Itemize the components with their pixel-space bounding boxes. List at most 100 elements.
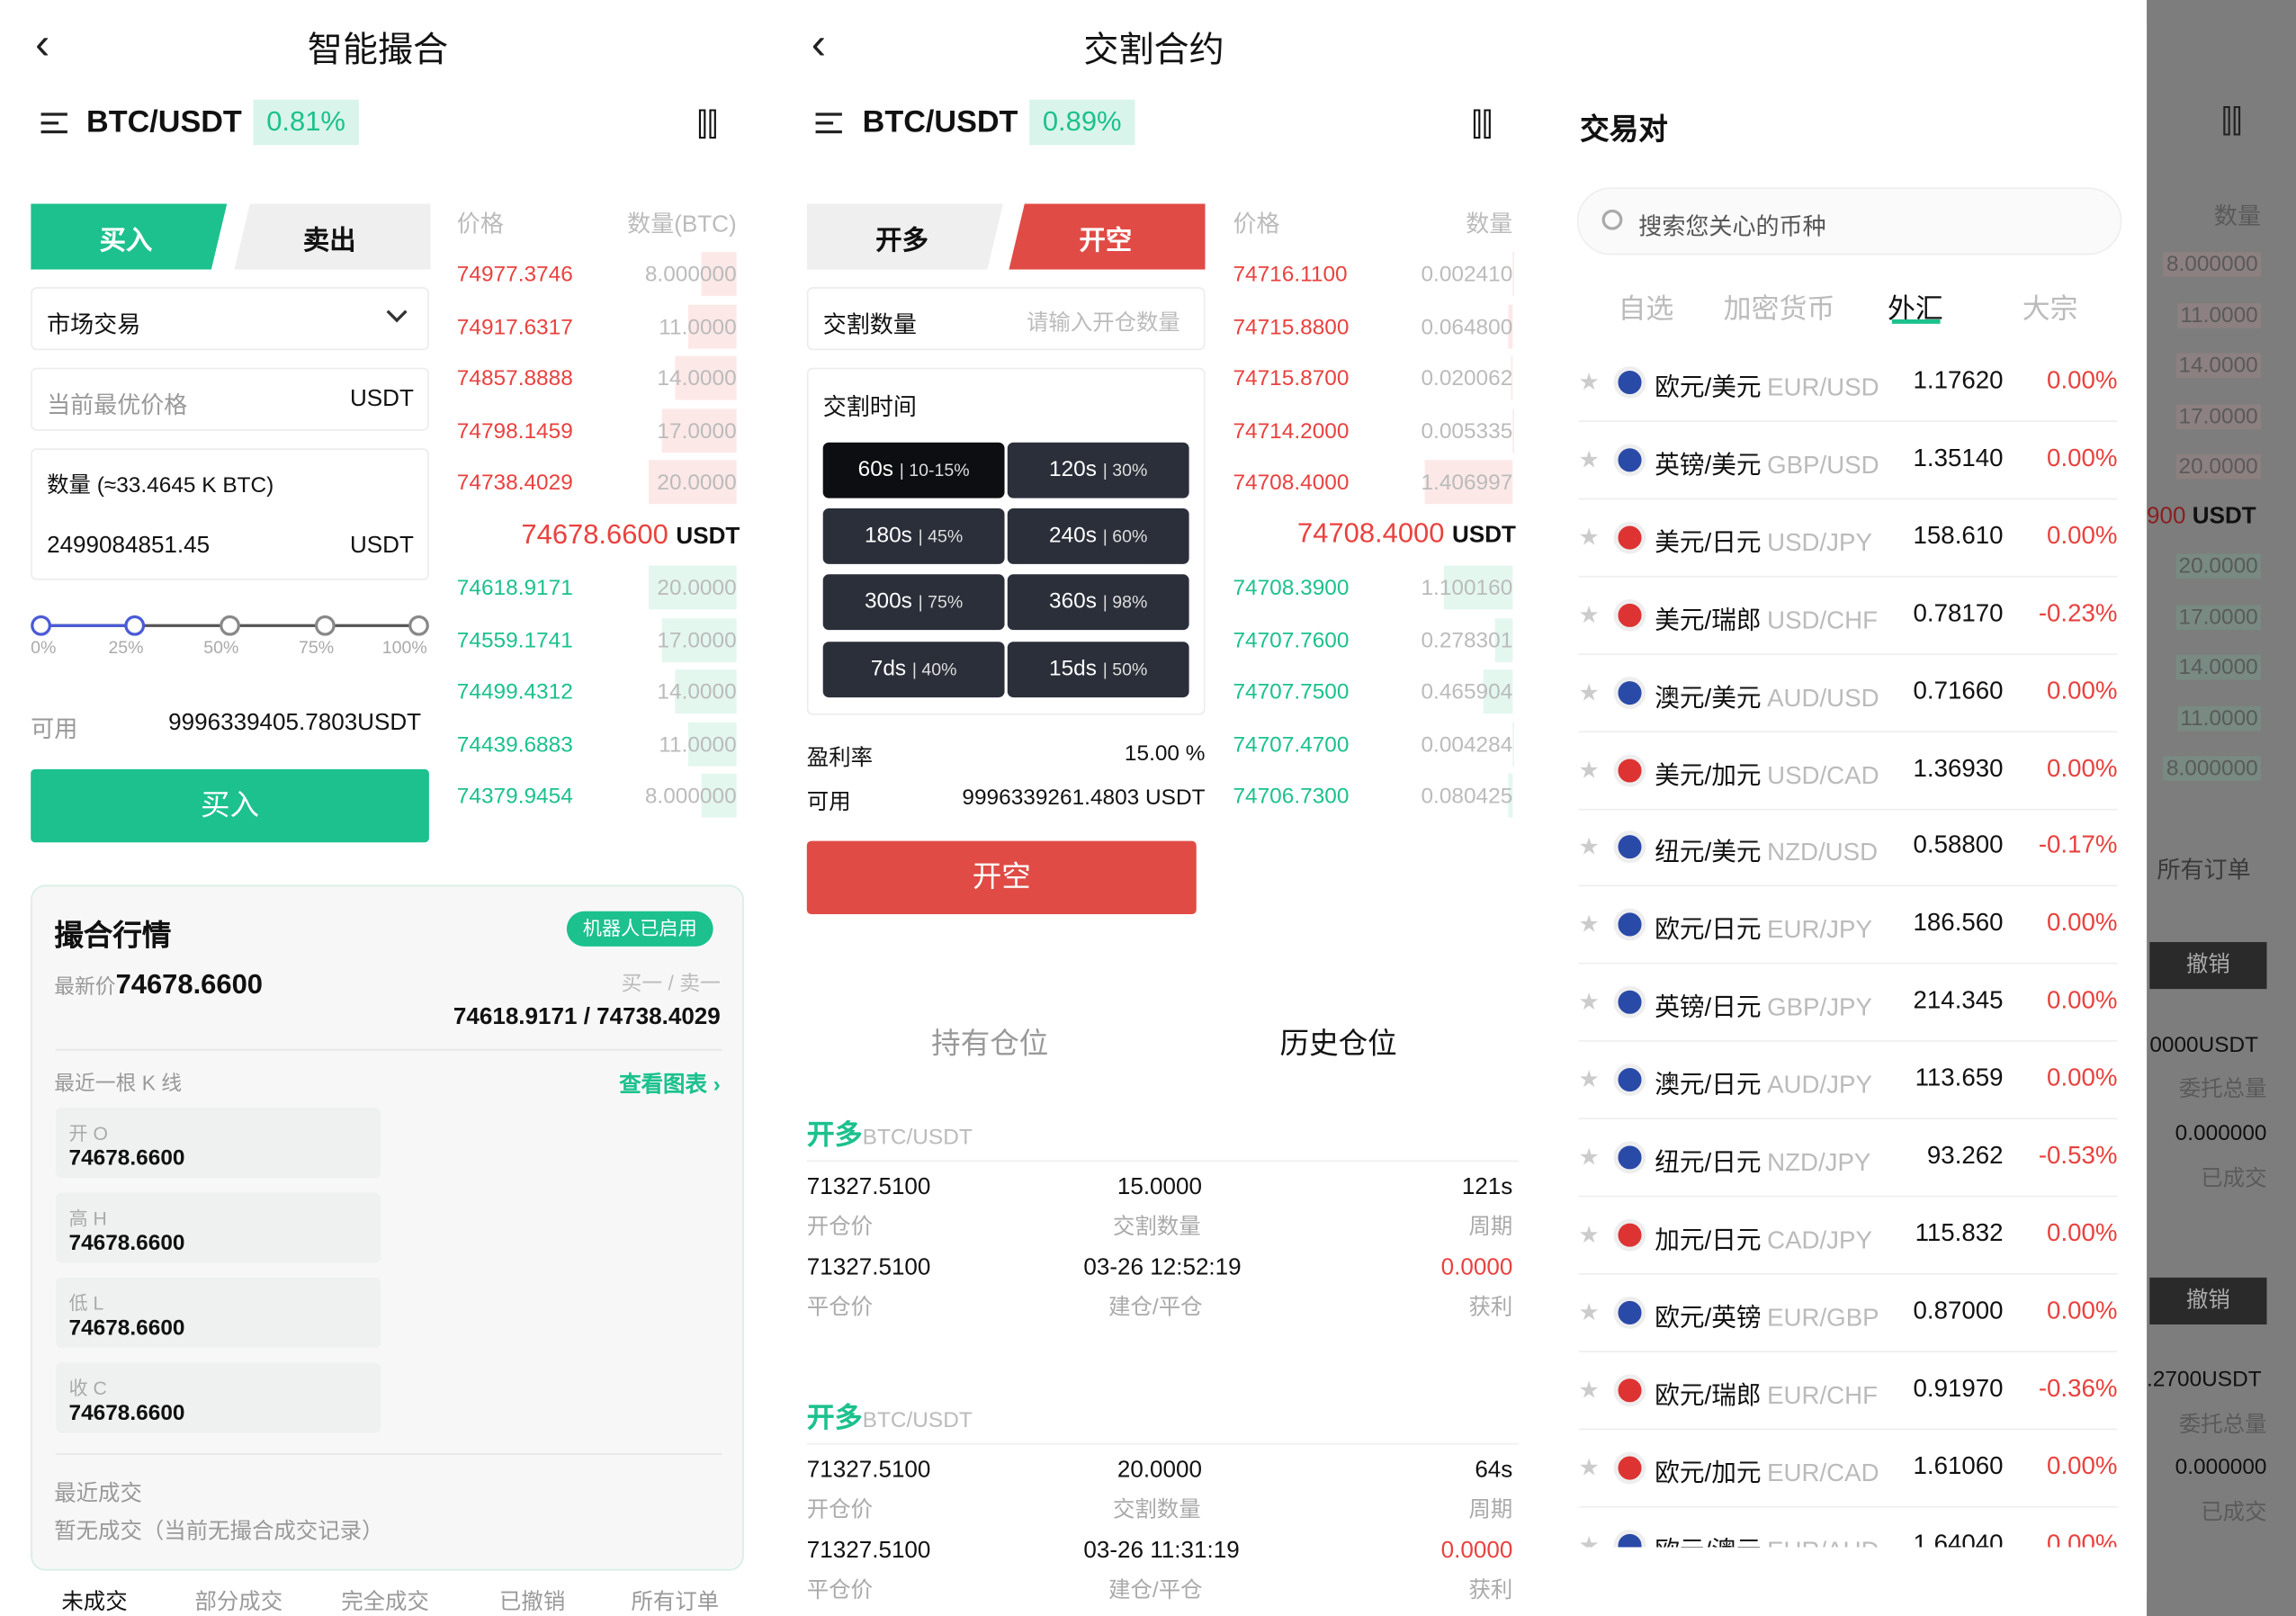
- pair-price: 0.71660: [1913, 676, 2004, 705]
- star-icon[interactable]: ★: [1579, 755, 1600, 785]
- pair-name: 欧元/加元 EUR/CAD: [1655, 1459, 1879, 1487]
- pair-name: 美元/瑞郎 USD/CHF: [1655, 606, 1879, 634]
- flag-icon: [1613, 1373, 1646, 1406]
- pair-row[interactable]: ★ 欧元/瑞郎 EUR/CHF 0.91970 -0.36%: [1578, 1351, 2118, 1430]
- star-icon[interactable]: ★: [1579, 1143, 1600, 1172]
- pair-name: 欧元/日元 EUR/JPY: [1655, 916, 1872, 945]
- flag-icon: [1613, 1064, 1646, 1097]
- pair-row[interactable]: ★ 加元/日元 CAD/JPY 115.832 0.00%: [1578, 1197, 2118, 1275]
- pair-name: 欧元/瑞郎 EUR/CHF: [1655, 1380, 1879, 1409]
- flag-icon: [1613, 521, 1646, 554]
- star-icon[interactable]: ★: [1579, 911, 1600, 940]
- pair-price: 1.35140: [1913, 444, 2004, 472]
- pair-name: 欧元/英镑 EUR/GBP: [1655, 1303, 1879, 1332]
- pair-name: 纽元/日元 NZD/JPY: [1655, 1148, 1871, 1177]
- pair-row[interactable]: ★ 澳元/日元 AUD/JPY 113.659 0.00%: [1578, 1042, 2118, 1120]
- pair-name: 加元/日元 CAD/JPY: [1655, 1225, 1872, 1254]
- pair-name: 欧元/澳元EUR/AUD: [1655, 1529, 1879, 1547]
- star-icon[interactable]: ★: [1579, 1453, 1600, 1483]
- pair-change: -0.23%: [2038, 598, 2118, 627]
- pair-list: ★ 欧元/美元 EUR/USD 1.17620 0.00% ★ 英镑/美元 GBP/U…: [0, 0, 2296, 1548]
- order-tab-open[interactable]: 未成交: [61, 1585, 127, 1616]
- star-icon[interactable]: ★: [1579, 445, 1600, 475]
- close-price-label: 平仓价: [806, 1577, 874, 1603]
- pair-name: 美元/日元 USD/JPY: [1655, 528, 1872, 557]
- pair-row[interactable]: ★ 欧元/美元 EUR/USD 1.17620 0.00%: [1578, 345, 2118, 422]
- pair-change: 0.00%: [2047, 1296, 2118, 1324]
- flag-icon: [1613, 1529, 1646, 1548]
- pair-row[interactable]: ★ 欧元/英镑 EUR/GBP 0.87000 0.00%: [1578, 1274, 2118, 1352]
- star-icon[interactable]: ★: [1579, 368, 1600, 398]
- flag-icon: [1613, 753, 1646, 786]
- pair-change: 0.00%: [2047, 676, 2118, 705]
- pair-price: 214.345: [1913, 986, 2004, 1015]
- flag-icon: [1613, 676, 1646, 709]
- star-icon[interactable]: ★: [1579, 523, 1600, 552]
- star-icon[interactable]: ★: [1579, 833, 1600, 863]
- pair-price: 0.91970: [1913, 1373, 2004, 1402]
- pair-change: 0.00%: [2047, 753, 2118, 782]
- pair-row[interactable]: ★ 纽元/美元 NZD/USD 0.58800 -0.17%: [1578, 809, 2118, 887]
- pair-change: 0.00%: [2047, 1450, 2118, 1479]
- star-icon[interactable]: ★: [1579, 600, 1600, 630]
- pair-row[interactable]: ★ 英镑/日元 GBP/JPY 214.345 0.00%: [1578, 965, 2118, 1043]
- pair-price: 1.36930: [1913, 753, 2004, 782]
- pair-change: 0.00%: [2047, 909, 2118, 937]
- star-icon[interactable]: ★: [1579, 1065, 1600, 1095]
- pair-row[interactable]: ★ 美元/日元 USD/JPY 158.610 0.00%: [1578, 499, 2118, 578]
- star-icon[interactable]: ★: [1579, 678, 1600, 707]
- order-tab-complete[interactable]: 完全成交: [341, 1585, 429, 1616]
- flag-icon: [1613, 1218, 1646, 1252]
- flag-icon: [1613, 366, 1646, 399]
- star-icon[interactable]: ★: [1579, 1297, 1600, 1327]
- pair-change: 0.00%: [2047, 444, 2118, 472]
- order-tab-all[interactable]: 所有订单: [631, 1585, 719, 1616]
- order-tab-partial[interactable]: 部分成交: [194, 1585, 283, 1616]
- flag-icon: [1613, 986, 1646, 1019]
- pair-change: -0.17%: [2038, 830, 2118, 859]
- pair-price: 0.87000: [1913, 1296, 2004, 1324]
- pair-row[interactable]: ★ 纽元/日元 NZD/JPY 93.262 -0.53%: [1578, 1119, 2118, 1198]
- pair-row[interactable]: ★ 美元/加元 USD/CAD 1.36930 0.00%: [1578, 732, 2118, 810]
- pair-price: 0.78170: [1913, 598, 2004, 627]
- pair-change: 0.00%: [2047, 1218, 2118, 1247]
- pair-price: 186.560: [1913, 909, 2004, 937]
- pair-change: -0.53%: [2038, 1141, 2118, 1170]
- flag-icon: [1613, 830, 1646, 864]
- flag-icon: [1613, 1296, 1646, 1329]
- order-tab-cancelled[interactable]: 已撤销: [499, 1585, 565, 1616]
- flag-icon: [1613, 444, 1646, 477]
- pair-change: 0.00%: [2047, 366, 2118, 395]
- pair-name: 澳元/日元 AUD/JPY: [1655, 1071, 1872, 1100]
- pair-price: 1.64040: [1913, 1529, 2004, 1548]
- pair-change: 0.00%: [2047, 1529, 2118, 1548]
- star-icon[interactable]: ★: [1579, 1531, 1600, 1547]
- pair-name: 澳元/美元 AUD/USD: [1655, 683, 1879, 712]
- flag-icon: [1613, 1141, 1646, 1174]
- pair-row[interactable]: ★ 英镑/美元 GBP/USD 1.35140 0.00%: [1578, 422, 2118, 500]
- flag-icon: [1613, 598, 1646, 632]
- pair-name: 纽元/美元 NZD/USD: [1655, 839, 1879, 866]
- pair-row[interactable]: ★ 澳元/美元 AUD/USD 0.71660 0.00%: [1578, 654, 2118, 732]
- pair-change: -0.36%: [2038, 1373, 2118, 1402]
- pair-price: 115.832: [1915, 1218, 2004, 1247]
- pair-name: 英镑/美元 GBP/USD: [1655, 451, 1879, 480]
- pair-row[interactable]: ★ 欧元/日元 EUR/JPY 186.560 0.00%: [1578, 887, 2118, 965]
- flag-icon: [1613, 909, 1646, 941]
- pair-row[interactable]: ★ 欧元/加元 EUR/CAD 1.61060 0.00%: [1578, 1430, 2118, 1507]
- pair-price: 1.61060: [1913, 1450, 2004, 1479]
- pair-row[interactable]: ★ 美元/瑞郎 USD/CHF 0.78170 -0.23%: [1578, 577, 2118, 655]
- pair-change: 0.00%: [2047, 1064, 2118, 1092]
- pair-row[interactable]: ★ 欧元/澳元EUR/AUD 1.64040 0.00%: [1579, 1507, 2118, 1548]
- pair-price: 158.610: [1913, 521, 2004, 550]
- pair-price: 1.17620: [1913, 366, 2004, 395]
- pair-price: 93.262: [1926, 1141, 2004, 1170]
- pair-change: 0.00%: [2047, 986, 2118, 1015]
- star-icon[interactable]: ★: [1579, 1220, 1600, 1250]
- pair-change: 0.00%: [2047, 521, 2118, 550]
- pair-name: 美元/加元 USD/CAD: [1655, 760, 1879, 789]
- star-icon[interactable]: ★: [1579, 1375, 1600, 1405]
- trade-time-label: 建仓/平仓: [1108, 1577, 1203, 1603]
- star-icon[interactable]: ★: [1579, 988, 1600, 1018]
- pnl-label: 获利: [1468, 1577, 1513, 1603]
